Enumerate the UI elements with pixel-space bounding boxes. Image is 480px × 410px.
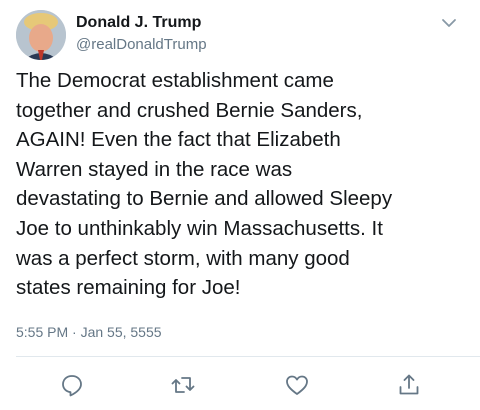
share-icon[interactable]	[396, 372, 422, 398]
heart-icon[interactable]	[284, 372, 310, 398]
divider	[16, 356, 480, 357]
user-handle[interactable]: @realDonaldTrump	[76, 35, 207, 55]
avatar-image	[16, 10, 66, 60]
reply-icon[interactable]	[59, 372, 85, 398]
tweet-text: The Democrat establishment came together…	[16, 69, 393, 300]
avatar[interactable]	[16, 10, 66, 60]
action-bar	[0, 368, 480, 404]
author-names: Donald J. Trump @realDonaldTrump	[76, 13, 207, 55]
tweet-header: Donald J. Trump @realDonaldTrump	[16, 10, 464, 62]
display-name[interactable]: Donald J. Trump	[76, 13, 207, 33]
chevron-down-icon[interactable]	[440, 16, 458, 30]
retweet-icon[interactable]	[170, 372, 196, 398]
tweet-timestamp[interactable]: 5:55 PM · Jan 55, 5555	[16, 322, 162, 342]
tweet-card: Donald J. Trump @realDonaldTrump The Dem…	[0, 0, 480, 410]
